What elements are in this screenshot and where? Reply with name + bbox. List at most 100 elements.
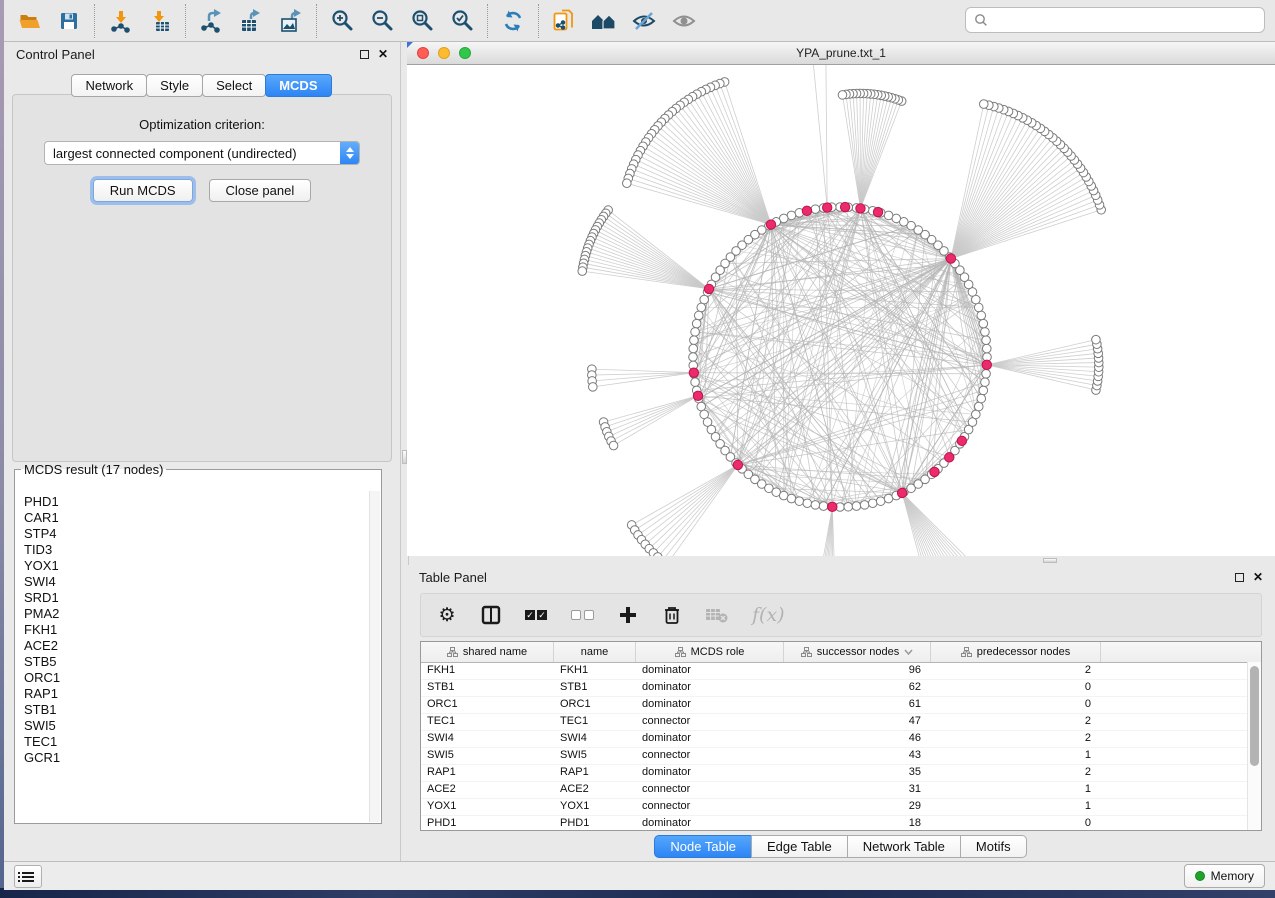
zoom-in-icon[interactable] [329,8,355,34]
close-panel-icon[interactable]: ✕ [1253,571,1263,583]
table-row[interactable]: ORC1ORC1dominator610 [421,697,1261,714]
graph-hub-node[interactable] [897,488,906,497]
table-cell[interactable]: 46 [784,731,931,747]
graph-node[interactable] [819,502,828,511]
graph-node[interactable] [884,211,893,220]
graph-node[interactable] [697,402,706,411]
graph-hub-node[interactable] [704,284,713,293]
graph-node[interactable] [981,378,990,387]
graph-node[interactable] [692,319,701,328]
table-cell[interactable]: 0 [931,697,1101,713]
graph-hub-node[interactable] [766,220,775,229]
graph-node[interactable] [977,311,986,320]
table-cell[interactable]: 1 [931,748,1101,764]
graph-node[interactable] [588,383,597,392]
export-table-icon[interactable] [238,8,264,34]
network-from-selection-icon[interactable] [551,8,577,34]
scrollbar-thumb[interactable] [1250,666,1259,766]
table-cell[interactable]: dominator [636,663,784,679]
graph-node[interactable] [694,311,703,320]
table-cell[interactable]: 1 [931,799,1101,815]
graph-node[interactable] [844,502,853,511]
graph-hub-node[interactable] [828,502,837,511]
graph-node[interactable] [689,353,698,362]
import-table-icon[interactable] [147,8,173,34]
graph-node[interactable] [578,267,587,276]
close-panel-button[interactable]: Close panel [209,179,312,202]
table-row[interactable]: FKH1FKH1dominator962 [421,663,1261,680]
graph-node[interactable] [787,494,796,503]
table-cell[interactable]: PHD1 [554,816,636,831]
zoom-fit-icon[interactable] [409,8,435,34]
table-cell[interactable]: SWI5 [554,748,636,764]
table-row[interactable]: ACE2ACE2connector311 [421,782,1261,799]
table-cell[interactable]: 96 [784,663,931,679]
save-session-icon[interactable] [56,8,82,34]
table-cell[interactable]: SWI5 [421,748,554,764]
tab-mcds[interactable]: MCDS [265,74,331,97]
graph-node[interactable] [979,319,988,328]
table-cell[interactable]: YOX1 [421,799,554,815]
search-input[interactable] [994,12,1256,28]
graph-node[interactable] [691,378,700,387]
graph-node[interactable] [811,205,820,214]
table-cell[interactable]: 2 [931,765,1101,781]
tab-motifs[interactable]: Motifs [960,835,1027,858]
graph-node[interactable] [972,410,981,419]
close-panel-icon[interactable]: ✕ [378,48,388,60]
mcds-node-item[interactable]: TID3 [16,541,369,557]
node-table[interactable]: shared namenameMCDS rolesuccessor nodesp… [420,641,1262,831]
tab-select[interactable]: Select [202,74,266,97]
table-cell[interactable]: dominator [636,697,784,713]
graph-node[interactable] [689,344,698,353]
table-cell[interactable]: YOX1 [554,799,636,815]
graph-node[interactable] [700,295,709,304]
mcds-node-item[interactable]: FKH1 [16,621,369,637]
table-cell[interactable]: RAP1 [554,765,636,781]
graph-node[interactable] [868,499,877,508]
zoom-out-icon[interactable] [369,8,395,34]
graph-node[interactable] [977,394,986,403]
mcds-result-list[interactable]: PHD1CAR1STP4TID3YOX1SWI4SRD1PMA2FKH1ACE2… [16,493,369,822]
graph-node[interactable] [622,179,631,188]
graph-hub-node[interactable] [840,202,849,211]
table-row[interactable]: SWI4SWI4dominator462 [421,731,1261,748]
table-cell[interactable]: dominator [636,680,784,696]
table-cell[interactable]: TEC1 [554,714,636,730]
column-header-predecessor-nodes[interactable]: predecessor nodes [931,642,1101,662]
table-cell[interactable]: dominator [636,731,784,747]
search-box[interactable] [965,7,1265,33]
table-cell[interactable]: connector [636,782,784,798]
mcds-node-item[interactable]: CAR1 [16,509,369,525]
export-image-icon[interactable] [278,8,304,34]
table-cell[interactable]: 2 [931,714,1101,730]
graph-hub-node[interactable] [930,467,939,476]
graph-node[interactable] [1092,335,1101,344]
criterion-dropdown[interactable]: largest connected component (undirected) [44,141,360,165]
table-cell[interactable]: 0 [931,816,1101,831]
show-column-icon[interactable] [481,604,501,626]
table-cell[interactable]: 18 [784,816,931,831]
graph-node[interactable] [876,497,885,506]
float-panel-icon[interactable] [1235,573,1244,582]
mcds-node-item[interactable]: STB1 [16,701,369,717]
float-panel-icon[interactable] [360,50,369,59]
import-network-icon[interactable] [107,8,133,34]
table-cell[interactable]: dominator [636,765,784,781]
tab-edge-table[interactable]: Edge Table [751,835,848,858]
table-cell[interactable]: RAP1 [421,765,554,781]
horizontal-splitter[interactable] [810,556,1275,565]
graph-node[interactable] [690,336,699,345]
table-cell[interactable]: 29 [784,799,931,815]
table-row[interactable]: SWI5SWI5connector431 [421,748,1261,765]
graph-hub-node[interactable] [822,203,831,212]
graph-node[interactable] [974,303,983,312]
table-row[interactable]: PHD1PHD1dominator180 [421,816,1261,831]
table-cell[interactable]: 1 [931,782,1101,798]
graph-hub-node[interactable] [982,360,991,369]
network-titlebar[interactable]: YPA_prune.txt_1 [407,42,1275,65]
table-cell[interactable]: ORC1 [554,697,636,713]
tab-style[interactable]: Style [146,74,203,97]
mcds-node-item[interactable]: SRD1 [16,589,369,605]
table-cell[interactable]: 0 [931,680,1101,696]
